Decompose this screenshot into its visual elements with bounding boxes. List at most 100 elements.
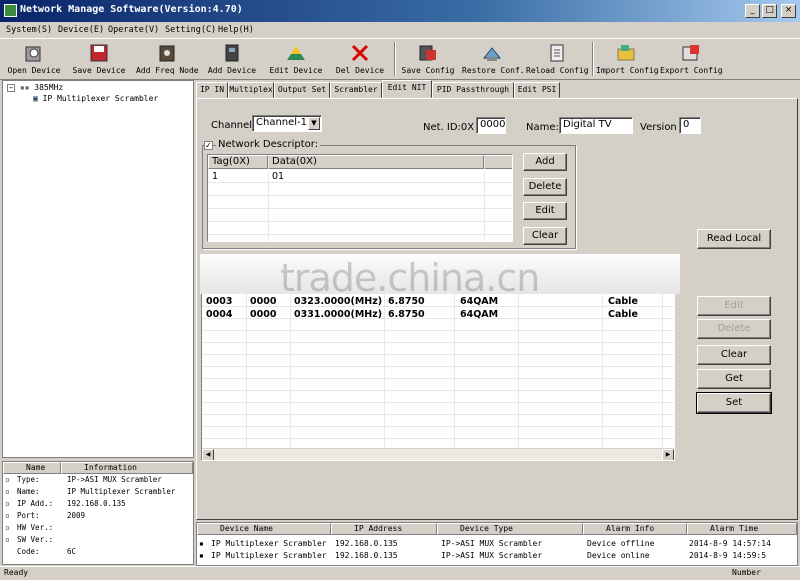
tree-node-device[interactable]: ▣ IP Multiplexer Scrambler <box>33 94 158 103</box>
col-alarm-info: Alarm Info <box>583 523 687 535</box>
ip-icon: ▫ <box>5 499 10 508</box>
main-panel: IP IN Multiplex Output Set Scrambler Edi… <box>196 80 798 520</box>
open-device-icon <box>25 46 41 62</box>
minimize-button[interactable]: _ <box>745 4 760 18</box>
menu-bar: System(S) Device(E) Operate(V) Setting(C… <box>0 22 800 38</box>
clear-button[interactable]: Clear <box>523 227 567 245</box>
maximize-button[interactable]: □ <box>762 4 777 18</box>
info-name: SW Ver.: <box>17 535 54 544</box>
tab-scrambler[interactable]: Scrambler <box>330 82 382 98</box>
edit-button[interactable]: Edit <box>523 202 567 220</box>
name-field[interactable]: Digital TV <box>559 117 633 134</box>
del-device-button[interactable]: Del Device <box>334 39 386 79</box>
info-name: HW Ver.: <box>17 523 54 532</box>
device-cell: Device online <box>587 551 650 560</box>
ts-cell: 0000 <box>250 309 277 320</box>
device-cell: IP->ASI MUX Scrambler <box>441 551 543 560</box>
info-name: IP Add.: <box>17 499 54 508</box>
info-name: Name: <box>17 487 40 496</box>
net-id-field[interactable]: 0000 <box>476 117 506 134</box>
info-value: IP Multiplexer Scrambler <box>67 487 176 496</box>
ts-cell: 0000 <box>250 296 277 307</box>
device-cell: 2014-8-9 14:57:14 <box>689 539 771 548</box>
version-label: Version <box>640 122 677 133</box>
device-alarm-list[interactable]: Device Name IP Address Device Type Alarm… <box>196 522 798 566</box>
horizontal-scrollbar[interactable]: ◀ ▶ <box>202 448 674 460</box>
delete-button[interactable]: Delete <box>523 178 567 196</box>
reload-config-icon <box>550 44 564 62</box>
info-value: 6C <box>67 547 77 556</box>
read-local-button[interactable]: Read Local <box>697 229 771 249</box>
add-device-button[interactable]: Add Device <box>206 39 258 79</box>
col-data: Data(0X) <box>268 155 484 169</box>
edit-device-button[interactable]: Edit Device <box>268 39 324 79</box>
info-header-name: Name <box>3 462 61 474</box>
ts-cell: 0331.0000(MHz) <box>294 309 383 320</box>
name-label: Name: <box>526 122 559 133</box>
open-device-button[interactable]: Open Device <box>6 39 62 79</box>
desc-data-cell: 01 <box>272 171 285 182</box>
tab-ip-in[interactable]: IP IN <box>196 82 228 98</box>
menu-operate[interactable]: Operate(V) <box>108 25 159 35</box>
export-config-button[interactable]: Export Config <box>660 39 723 79</box>
add-button[interactable]: Add <box>523 153 567 171</box>
menu-setting[interactable]: Setting(C) <box>165 25 216 35</box>
delete-icon <box>351 44 369 62</box>
chevron-down-icon[interactable]: ▼ <box>308 117 320 130</box>
set-button[interactable]: Set <box>696 392 772 414</box>
scroll-right-icon[interactable]: ▶ <box>662 449 674 460</box>
tab-pid-passthrough[interactable]: PID Passthrough <box>432 82 514 98</box>
version-field[interactable]: 0 <box>679 117 701 134</box>
menu-device[interactable]: Device(E) <box>58 25 104 35</box>
col-device-type: Device Type <box>437 523 583 535</box>
save-device-button[interactable]: Save Device <box>70 39 128 79</box>
name-icon: ▫ <box>5 487 10 496</box>
menu-system[interactable]: System(S) <box>6 25 52 35</box>
scroll-left-icon[interactable]: ◀ <box>202 449 214 460</box>
close-button[interactable]: × <box>781 4 796 18</box>
restore-config-icon <box>482 47 502 61</box>
tab-multiplex[interactable]: Multiplex <box>228 82 274 98</box>
restore-config-button[interactable]: Restore Conf. <box>462 39 525 79</box>
add-freq-node-button[interactable]: Add Freq Node <box>136 39 199 79</box>
descriptor-label: Network Descriptor: <box>216 139 321 150</box>
ts-cell: 64QAM <box>460 309 499 320</box>
net-id-label: Net. ID:0X <box>423 122 475 133</box>
collapse-icon[interactable]: − <box>7 84 15 92</box>
clear-ts-button[interactable]: Clear <box>697 345 771 365</box>
edit-ts-button[interactable]: Edit <box>697 296 771 316</box>
sw-icon: ▫ <box>5 535 10 544</box>
add-freq-node-icon <box>159 45 175 62</box>
info-name: Port: <box>17 511 40 520</box>
descriptor-table[interactable]: Tag(0X) Data(0X) 1 01 <box>207 154 513 242</box>
tab-edit-psi[interactable]: Edit PSI <box>514 82 560 98</box>
save-device-icon <box>90 44 108 62</box>
get-button[interactable]: Get <box>697 369 771 389</box>
delete-ts-button[interactable]: Delete <box>697 319 771 339</box>
ts-cell: Cable <box>608 296 638 307</box>
status-bar: Ready Number <box>0 566 800 580</box>
desc-tag-cell: 1 <box>212 171 219 182</box>
col-ip-address: IP Address <box>331 523 437 535</box>
device-cell: IP Multiplexer Scrambler <box>211 539 327 548</box>
reload-config-button[interactable]: Reload Config <box>526 39 589 79</box>
hw-icon: ▫ <box>5 523 10 532</box>
save-config-button[interactable]: Save Config <box>400 39 456 79</box>
info-value: 192.168.0.135 <box>67 499 126 508</box>
descriptor-checkbox[interactable]: ✓ <box>204 141 213 150</box>
import-config-button[interactable]: Import Config <box>596 39 659 79</box>
ts-cell: Cable <box>608 309 638 320</box>
menu-help[interactable]: Help(H) <box>218 25 254 35</box>
save-config-icon <box>419 45 436 61</box>
import-config-icon <box>617 45 635 61</box>
tab-edit-nit[interactable]: Edit NIT <box>382 80 432 98</box>
ts-cell: 6.8750 <box>388 309 425 320</box>
device-cell: 192.168.0.135 <box>335 539 398 548</box>
window-title: Network Manage Software(Version:4.70) <box>20 4 243 15</box>
channel-select[interactable]: Channel-1 ▼ <box>252 115 322 132</box>
tree-node-root[interactable]: − ▪▪ 385MHz <box>7 83 63 92</box>
device-cell: IP->ASI MUX Scrambler <box>441 539 543 548</box>
watermark: trade.china.cn <box>280 256 540 300</box>
tab-output-set[interactable]: Output Set <box>274 82 330 98</box>
channel-label: Channel <box>211 120 253 131</box>
